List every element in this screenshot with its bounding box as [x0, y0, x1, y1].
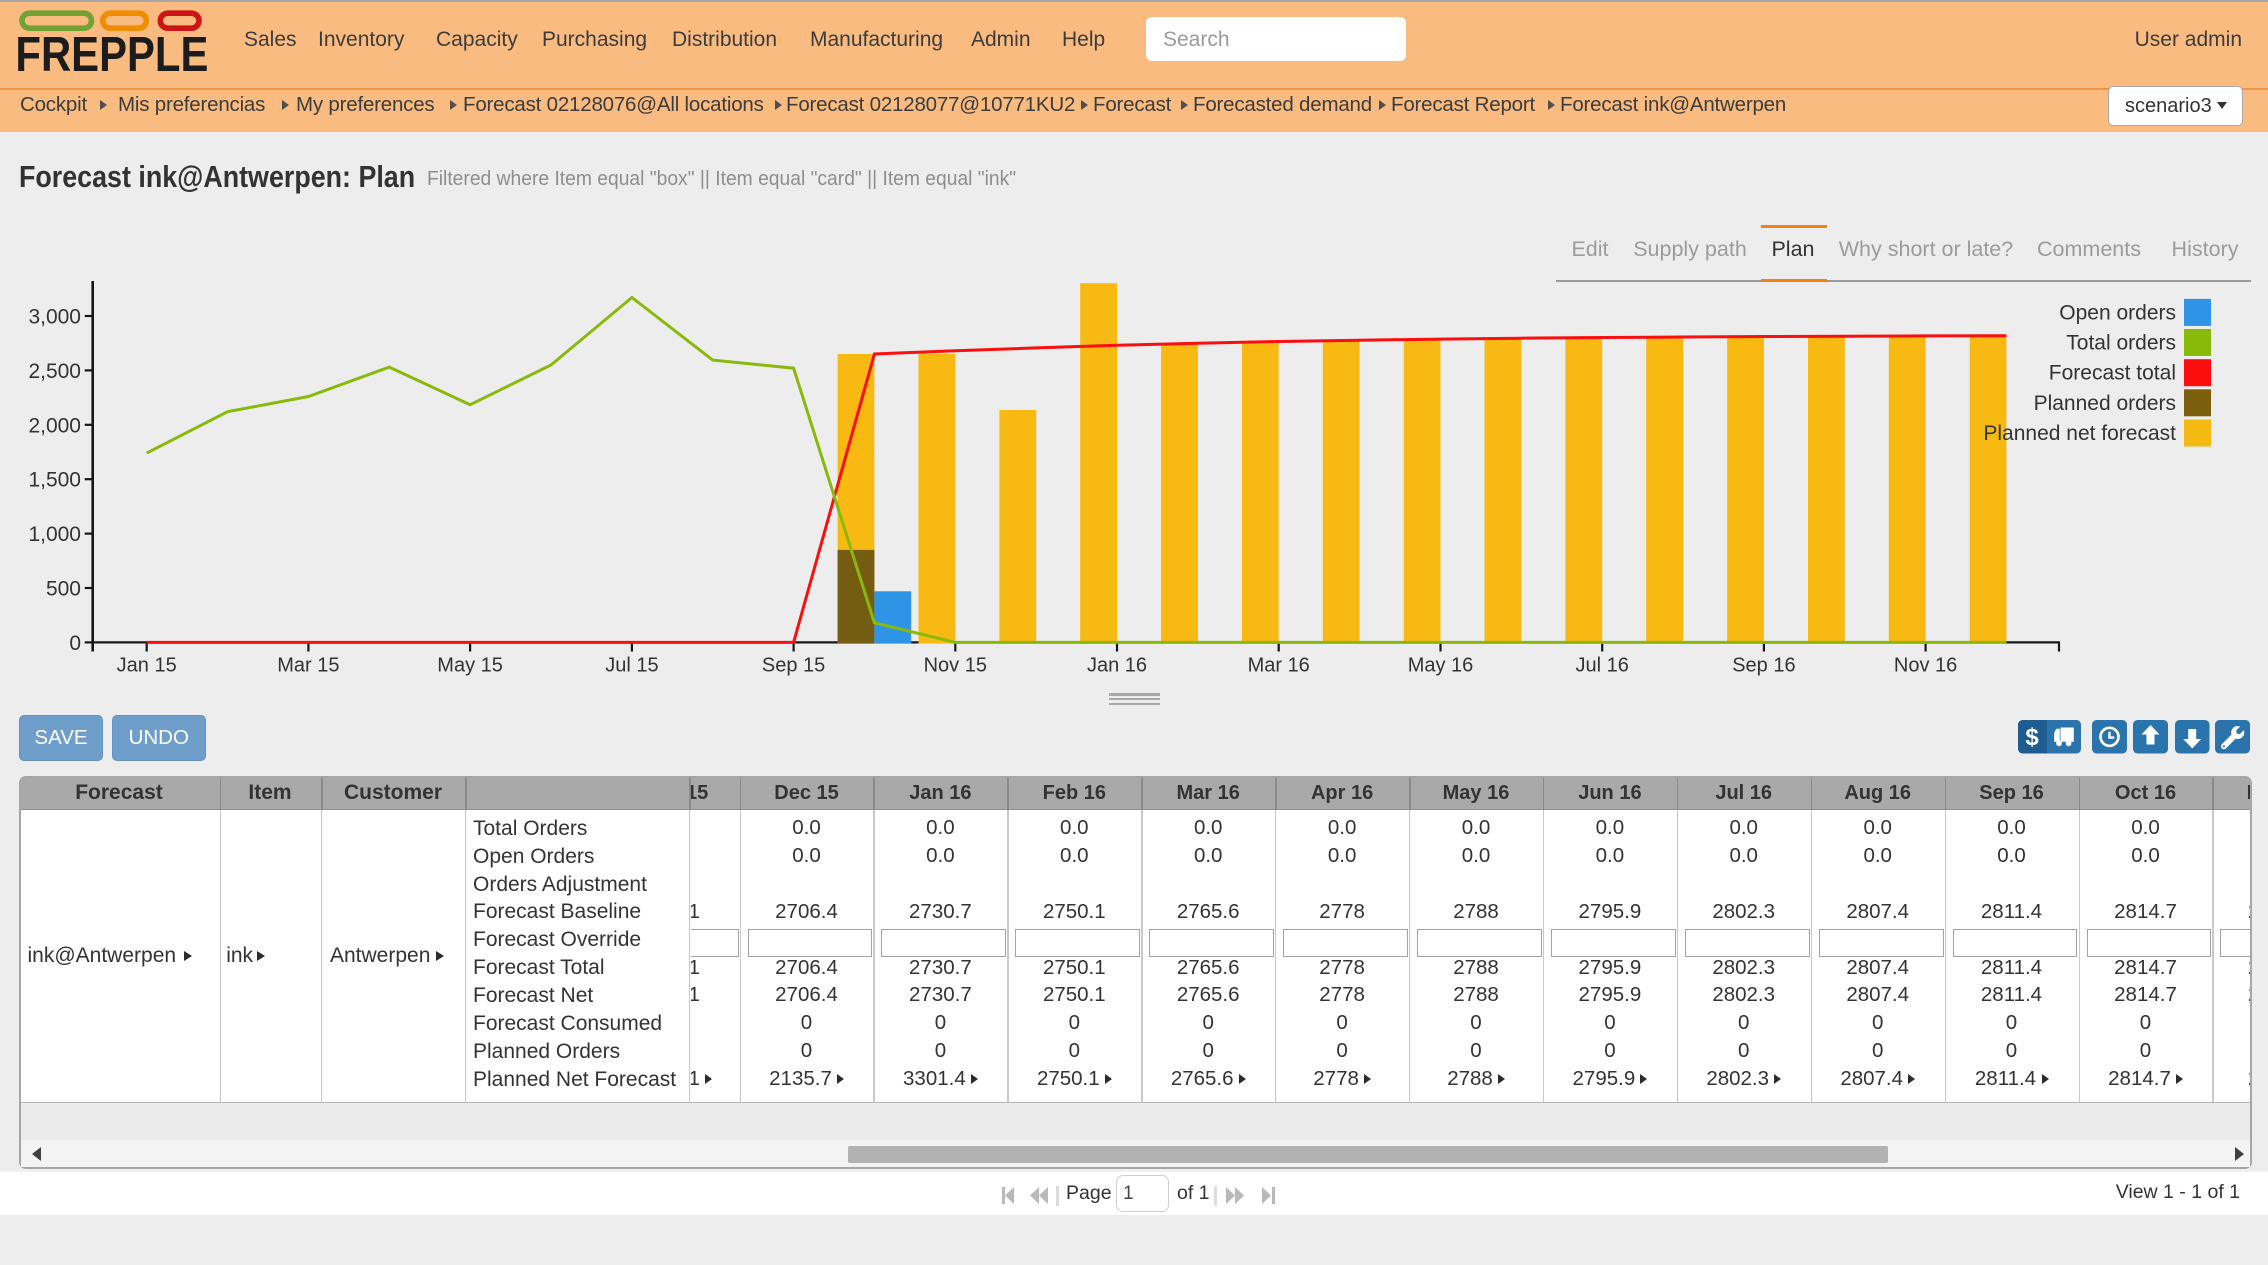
svg-text:Nov 15: Nov 15 — [924, 655, 987, 677]
svg-text:Open orders: Open orders — [2059, 301, 2176, 324]
svg-text:Forecast total: Forecast total — [2049, 362, 2176, 385]
svg-text:May 15: May 15 — [437, 655, 503, 677]
svg-text:500: 500 — [46, 578, 81, 601]
svg-text:Jul 15: Jul 15 — [605, 655, 658, 677]
svg-text:$: $ — [2025, 724, 2039, 751]
svg-text:Nov 16: Nov 16 — [1894, 655, 1957, 677]
svg-text:FREPPLE: FREPPLE — [15, 28, 208, 80]
svg-text:Sep 16: Sep 16 — [1732, 655, 1795, 677]
svg-text:Mar 15: Mar 15 — [277, 655, 339, 677]
svg-text:1,500: 1,500 — [28, 469, 81, 492]
svg-text:Jul 16: Jul 16 — [1576, 655, 1629, 677]
svg-text:2,500: 2,500 — [28, 360, 81, 383]
svg-text:0: 0 — [69, 632, 81, 655]
svg-text:Mar 16: Mar 16 — [1248, 655, 1310, 677]
svg-text:2,000: 2,000 — [28, 414, 81, 437]
svg-text:Jan 16: Jan 16 — [1087, 655, 1147, 677]
svg-text:1,000: 1,000 — [28, 523, 81, 546]
svg-text:Planned orders: Planned orders — [2034, 392, 2176, 415]
svg-text:Sep 15: Sep 15 — [762, 655, 825, 677]
svg-text:Planned net forecast: Planned net forecast — [1983, 422, 2176, 445]
svg-text:May 16: May 16 — [1408, 655, 1474, 677]
svg-text:Total orders: Total orders — [2066, 332, 2176, 355]
svg-text:Jan 15: Jan 15 — [117, 655, 177, 677]
svg-text:3,000: 3,000 — [28, 306, 81, 329]
